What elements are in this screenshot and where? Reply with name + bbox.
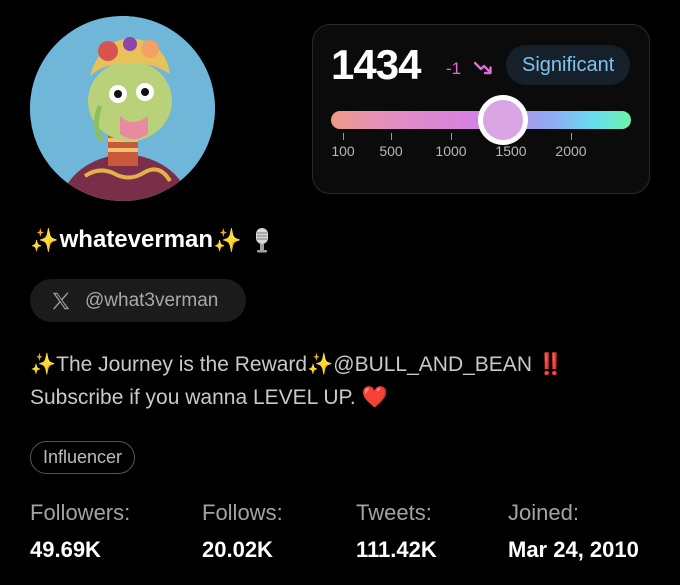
stat-value: Mar 24, 2010 xyxy=(508,537,639,562)
avatar[interactable] xyxy=(30,16,215,201)
significance-badge: Significant xyxy=(506,45,631,85)
trend-down-icon xyxy=(473,61,492,75)
score-value: 1434 xyxy=(331,41,421,88)
profile-bio: ✨The Journey is the Reward✨@BULL_AND_BEA… xyxy=(30,348,630,414)
x-handle-text: @what3verman xyxy=(85,289,219,311)
microphone-icon xyxy=(255,228,268,253)
gauge-tick xyxy=(343,133,344,140)
gauge-tick-label: 100 xyxy=(331,143,355,159)
gauge-tick-label: 1000 xyxy=(435,143,467,159)
sparkle-icon: ✨ xyxy=(30,226,59,253)
profile-name: whateverman xyxy=(59,226,214,253)
stat-value: 111.42K xyxy=(356,537,437,562)
stat-followers: Followers: 49.69K xyxy=(30,500,130,563)
score-gauge-knob xyxy=(478,95,529,145)
avatar-image xyxy=(30,16,215,201)
sparkle-icon: ✨ xyxy=(213,226,242,253)
stat-label: Tweets: xyxy=(356,500,432,525)
heart-icon: ❤️ xyxy=(361,386,388,409)
stat-label: Followers: xyxy=(30,500,131,525)
category-tag[interactable]: Influencer xyxy=(30,441,136,474)
gauge-tick-label: 2000 xyxy=(555,143,587,159)
double-exclamation-icon: ‼️ xyxy=(537,353,564,376)
stat-label: Follows: xyxy=(202,500,283,525)
gauge-tick-label: 500 xyxy=(379,143,403,159)
score-card: 1434 -1 Significant 100 500 1000 1500 2000 xyxy=(312,24,650,194)
stat-joined: Joined: Mar 24, 2010 xyxy=(508,500,639,563)
bio-line-2-text: Subscribe if you wanna LEVEL UP. xyxy=(30,386,362,409)
profile-name-row: ✨ whateverman ✨ xyxy=(30,226,273,254)
gauge-tick xyxy=(391,133,392,140)
x-handle-link[interactable]: @what3verman xyxy=(30,279,246,322)
gauge-tick-label: 1500 xyxy=(495,143,527,159)
stat-value: 20.02K xyxy=(202,537,273,562)
bio-line-2: Subscribe if you wanna LEVEL UP. ❤️ xyxy=(30,381,630,414)
gauge-tick xyxy=(571,133,572,140)
stat-follows: Follows: 20.02K xyxy=(202,500,283,563)
stat-tweets: Tweets: 111.42K xyxy=(356,500,437,563)
bio-line-1: ✨The Journey is the Reward✨@BULL_AND_BEA… xyxy=(30,348,630,381)
x-logo-icon xyxy=(52,292,70,309)
score-delta: -1 xyxy=(446,59,462,78)
stat-label: Joined: xyxy=(508,500,579,525)
gauge-tick xyxy=(451,133,452,140)
stat-value: 49.69K xyxy=(30,537,101,562)
bio-line-1-text: ✨The Journey is the Reward✨@BULL_AND_BEA… xyxy=(30,353,538,376)
